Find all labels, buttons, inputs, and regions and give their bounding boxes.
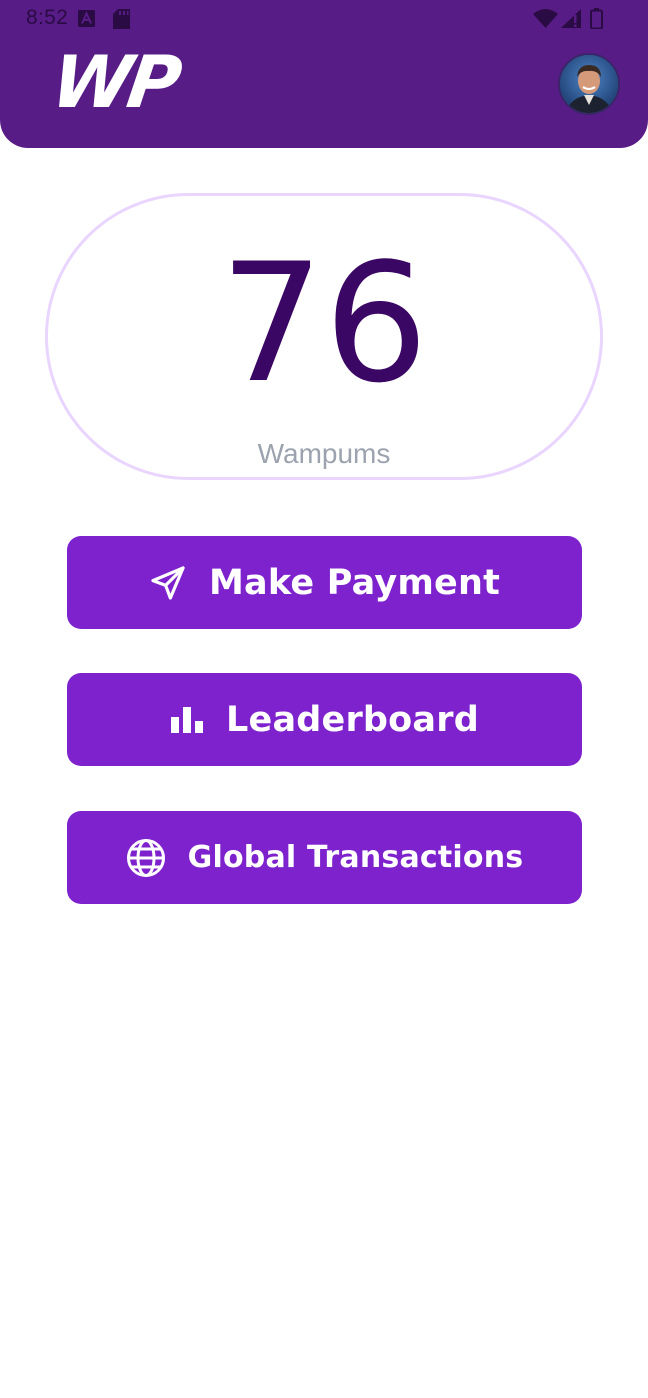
accessibility-icon [78, 10, 95, 32]
app-header: 8:52 WP [0, 0, 648, 148]
bar-chart-icon [170, 705, 204, 735]
app-screen: 8:52 WP 76 Wampums Make Payment Leaderbo… [0, 0, 648, 1398]
logo-text: WP [47, 52, 187, 112]
sd-card-icon [113, 9, 130, 34]
make-payment-label: Make Payment [208, 562, 501, 603]
global-transactions-label: Global Transactions [187, 840, 524, 875]
globe-icon [126, 838, 166, 878]
status-time: 8:52 [26, 6, 69, 29]
cellular-signal-icon [561, 9, 581, 33]
balance-value: 76 [219, 228, 429, 419]
app-logo: WP [30, 41, 196, 125]
user-avatar[interactable] [558, 53, 620, 115]
status-bar: 8:52 [0, 0, 648, 38]
balance-label: Wampums [257, 438, 391, 469]
send-icon [149, 564, 187, 602]
battery-icon [590, 8, 603, 34]
leaderboard-button[interactable]: Leaderboard [67, 673, 582, 766]
leaderboard-label: Leaderboard [226, 699, 479, 740]
avatar-image [560, 55, 618, 113]
balance-card: 76 Wampums [45, 193, 603, 480]
wifi-icon [533, 9, 558, 33]
global-transactions-button[interactable]: Global Transactions [67, 811, 582, 904]
make-payment-button[interactable]: Make Payment [67, 536, 582, 629]
